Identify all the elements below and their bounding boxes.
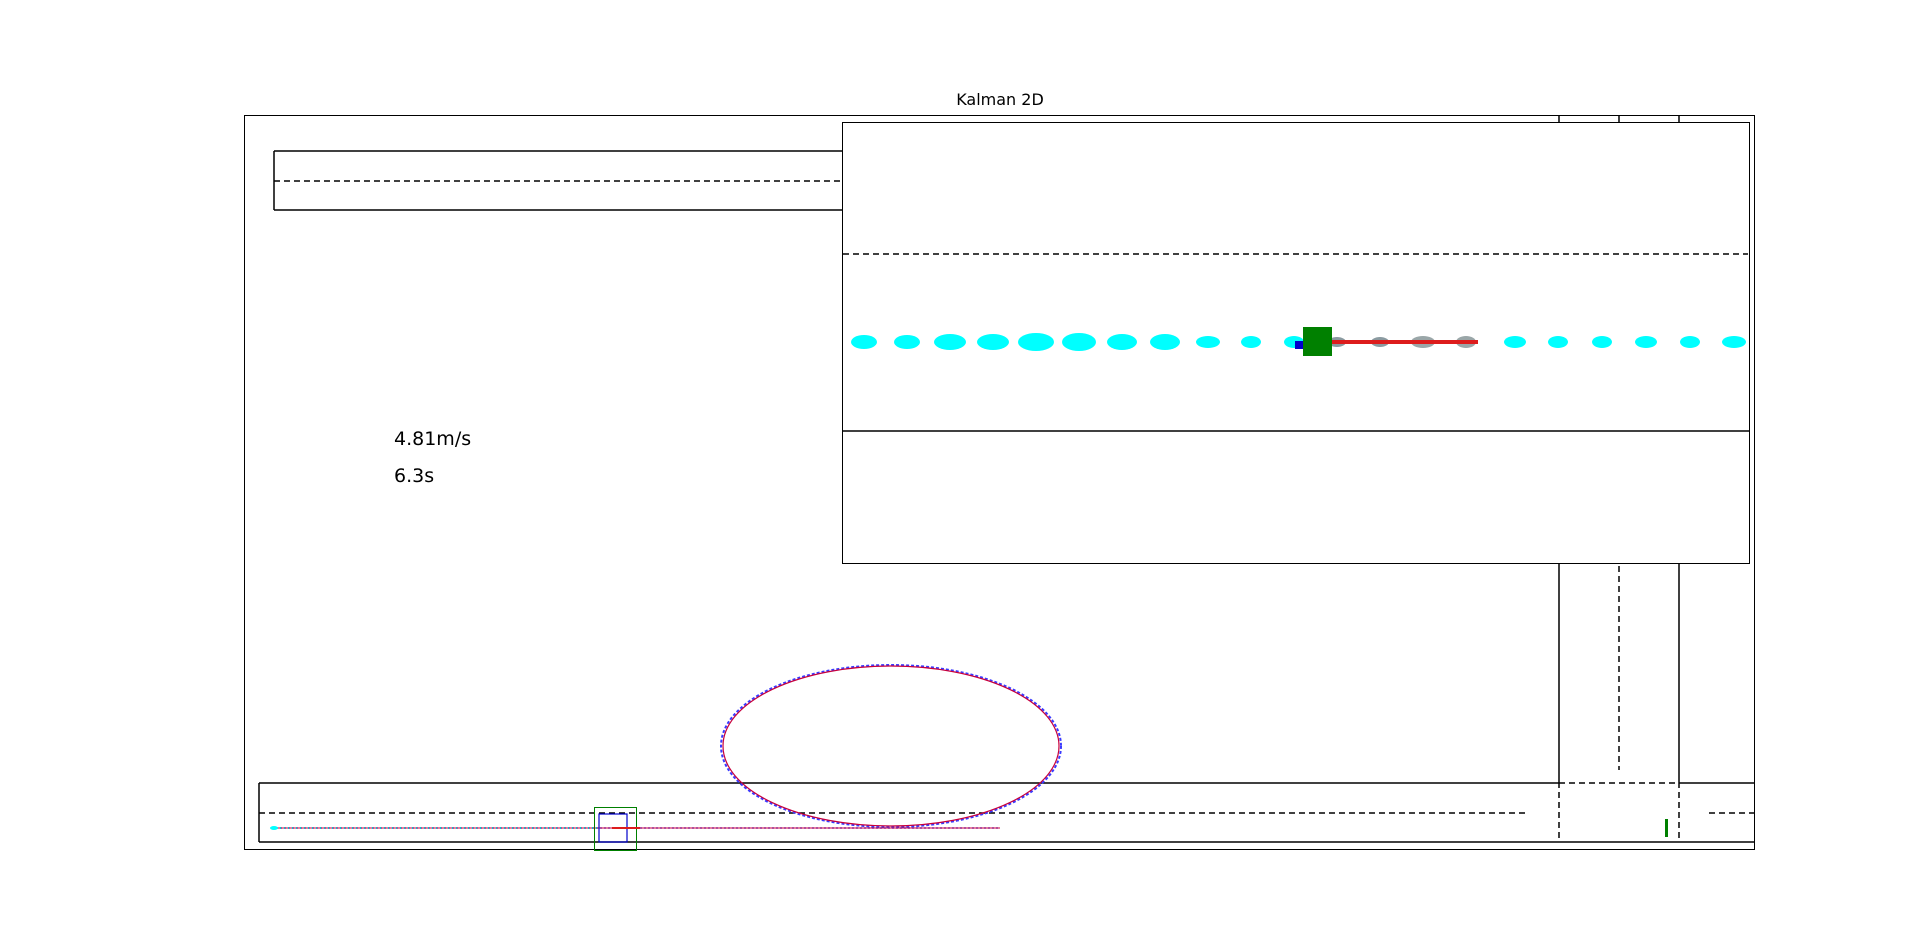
bottom-road bbox=[258, 782, 1754, 843]
car-marker bbox=[1303, 327, 1332, 356]
kalman-figure: Kalman 2D 4.81m/s 6.3s bbox=[244, 90, 1755, 851]
plot-title: Kalman 2D bbox=[956, 90, 1044, 109]
inset-zoom bbox=[842, 122, 1750, 564]
estimate-marker bbox=[1295, 341, 1303, 349]
top-road bbox=[273, 150, 842, 211]
loop-trajectory bbox=[720, 664, 1062, 828]
time-label: 6.3s bbox=[394, 465, 434, 487]
speed-label: 4.81m/s bbox=[394, 428, 471, 450]
small-green-marker bbox=[1665, 819, 1668, 837]
